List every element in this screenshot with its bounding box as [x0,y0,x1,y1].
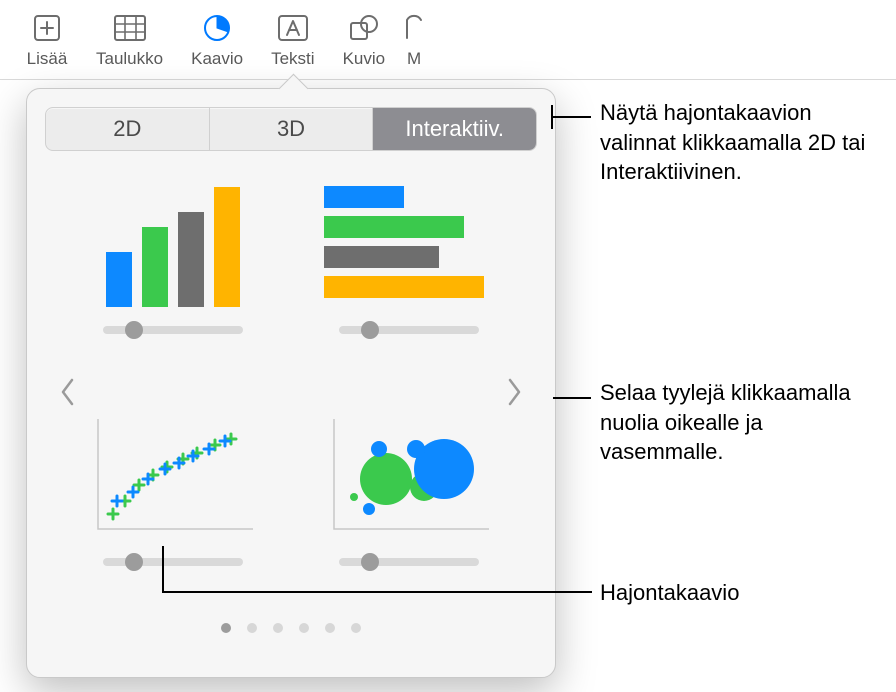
column-chart-thumb [88,177,258,307]
media-icon [403,11,425,45]
toolbar-item-label: Lisää [27,49,68,69]
callout-arrows-hint: Selaa tyylejä klikkaamalla nuolia oikeal… [600,378,860,467]
toolbar-item-text[interactable]: Teksti [257,11,328,75]
chart-preview-column[interactable] [75,177,271,375]
callout-line [551,116,591,118]
style-slider[interactable] [103,553,243,571]
text-box-icon [277,11,309,45]
callout-line [553,397,591,399]
callout-tabs-hint: Näytä hajontakaavion valinnat klikkaamal… [600,98,890,187]
toolbar-item-insert[interactable]: Lisää [12,11,82,75]
chart-popover: 2D 3D Interaktiiv. [26,88,556,678]
tab-3d[interactable]: 3D [210,108,374,150]
page-dot[interactable] [351,623,361,633]
callout-line [162,546,164,592]
scatter-icon [88,409,258,539]
chart-type-segmented: 2D 3D Interaktiiv. [45,107,537,151]
scatter-chart-thumb [88,409,258,539]
page-dots[interactable] [45,623,537,633]
table-icon [113,11,147,45]
toolbar-item-table[interactable]: Taulukko [82,11,177,75]
page-dot[interactable] [273,623,283,633]
chart-preview-bubble[interactable] [311,409,507,607]
page-dot[interactable] [247,623,257,633]
page-dot[interactable] [221,623,231,633]
callout-line [551,105,553,129]
toolbar-item-shape[interactable]: Kuvio [329,11,400,75]
tab-interactive[interactable]: Interaktiiv. [373,108,536,150]
style-slider[interactable] [339,553,479,571]
shape-icon [348,11,380,45]
toolbar-item-label: Taulukko [96,49,163,69]
style-slider[interactable] [103,321,243,339]
toolbar-item-label: Kaavio [191,49,243,69]
toolbar-item-label: Teksti [271,49,314,69]
bubble-icon [324,409,494,539]
callout-line [162,591,592,593]
callout-scatter-label: Hajontakaavio [600,578,739,608]
page-dot[interactable] [325,623,335,633]
chart-preview-bar[interactable] [311,177,507,375]
page-dot[interactable] [299,623,309,633]
pie-chart-icon [202,11,232,45]
tab-2d[interactable]: 2D [46,108,210,150]
chart-preview-scatter[interactable] [75,409,271,607]
toolbar-item-label: M [407,49,421,69]
bubble-chart-thumb [324,409,494,539]
bar-chart-thumb [324,177,494,307]
chart-preview-grid [45,177,537,607]
toolbar-item-more[interactable]: M [399,11,429,75]
toolbar-item-label: Kuvio [343,49,386,69]
plus-box-icon [32,11,62,45]
toolbar-item-chart[interactable]: Kaavio [177,11,257,75]
toolbar: Lisää Taulukko Kaavio Teksti Kuvio M [0,0,896,80]
style-slider[interactable] [339,321,479,339]
